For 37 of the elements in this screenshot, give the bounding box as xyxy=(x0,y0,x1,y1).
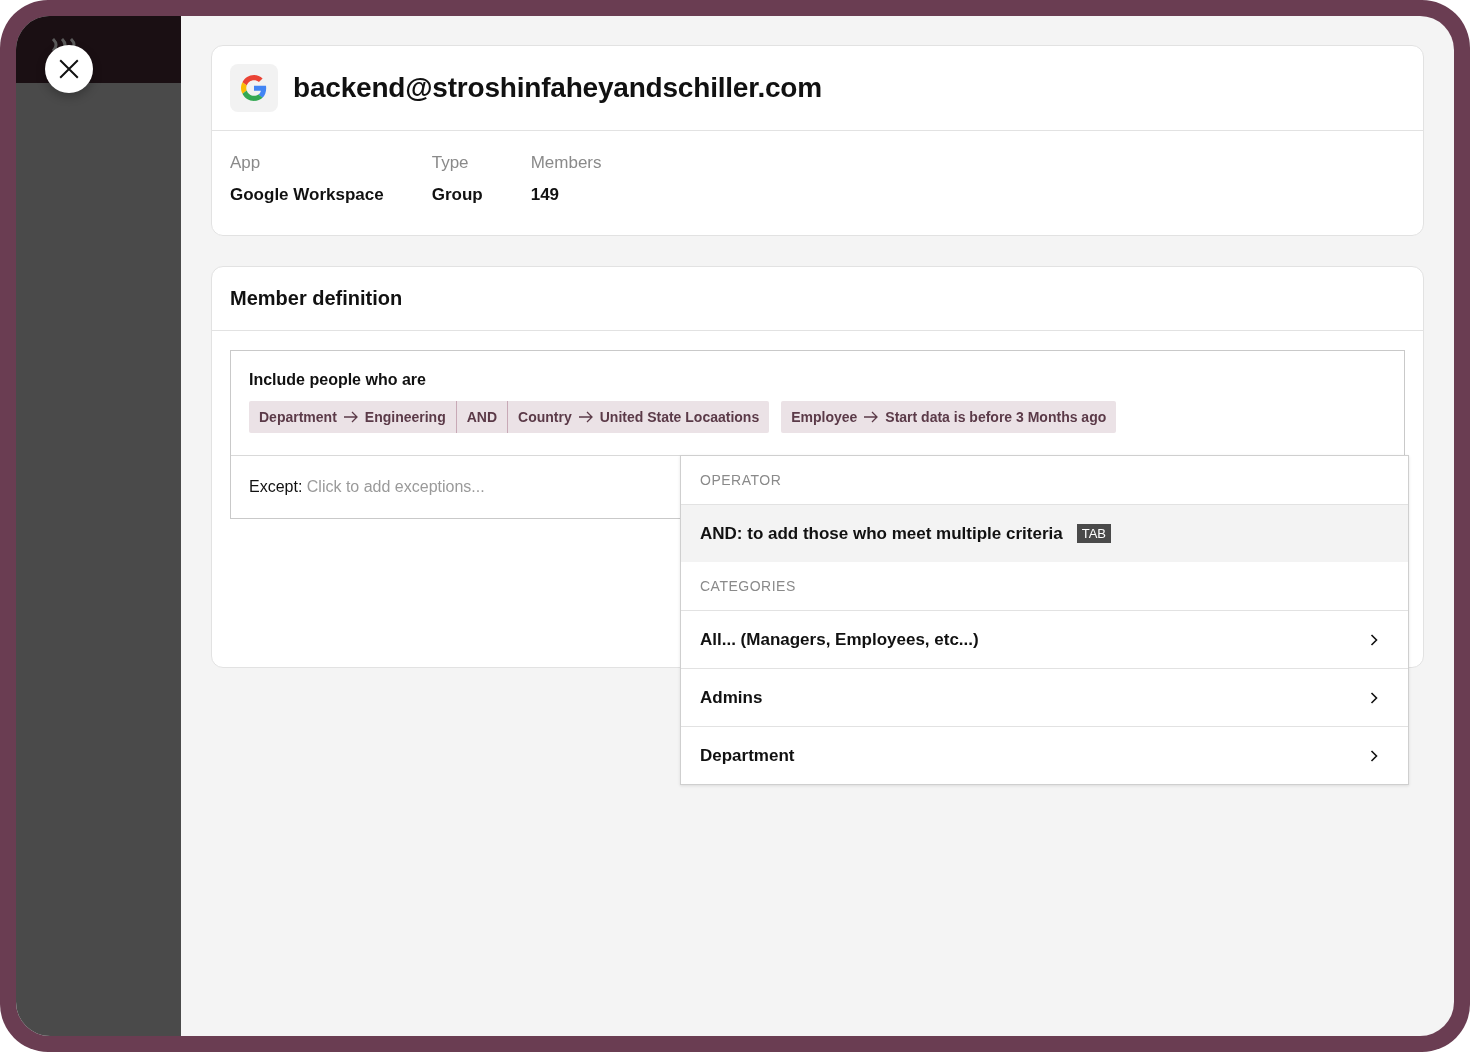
menu-item[interactable]: AND: to add those who meet multiple criteria TAB xyxy=(681,505,1408,562)
menu-item[interactable]: All... (Managers, Employees, etc...) xyxy=(681,611,1408,669)
arrow-right-icon xyxy=(863,411,880,423)
criteria-field: Department xyxy=(259,409,337,425)
detail-value: 149 xyxy=(530,185,561,205)
menu-item-label: Admins xyxy=(700,687,763,708)
criteria-chip-group[interactable]: Employee Start data is before 3 Months ago xyxy=(781,401,1117,433)
operator-label: AND xyxy=(466,409,498,425)
detail-label: App xyxy=(230,153,262,173)
close-icon xyxy=(58,58,80,80)
chevron-right-icon xyxy=(1370,633,1378,646)
menu-item-label: Department xyxy=(700,745,795,766)
detail-value: Group xyxy=(431,185,483,205)
menu-item[interactable]: Department xyxy=(681,727,1408,784)
menu-section-header: OPERATOR xyxy=(700,472,782,488)
menu-item-label: All... (Managers, Employees, etc...) xyxy=(700,629,979,650)
google-logo-icon xyxy=(230,64,278,112)
criteria-field: Employee xyxy=(791,409,858,425)
criteria-value: United State Locaations xyxy=(599,409,760,425)
menu-item-label: AND: to add those who meet multiple criteria xyxy=(700,523,1063,544)
detail-label: Members xyxy=(530,153,602,173)
menu-item[interactable]: Admins xyxy=(681,669,1408,727)
criteria-value: Start data is before 3 Months ago xyxy=(885,409,1107,425)
shortcut-badge: TAB xyxy=(1076,524,1112,543)
account-email: backend@stroshinfaheyandschiller.com xyxy=(293,72,822,104)
detail-label: Type xyxy=(431,153,470,173)
criteria-chip-group[interactable]: Department Engineering AND Country United State Locaations xyxy=(249,401,770,433)
criteria-value: Engineering xyxy=(364,409,446,425)
menu-section-header: CATEGORIES xyxy=(700,578,796,594)
chevron-right-icon xyxy=(1370,691,1378,704)
chevron-right-icon xyxy=(1370,749,1378,762)
arrow-right-icon xyxy=(577,411,594,423)
detail-value: Google Workspace xyxy=(230,185,384,205)
include-label: Include people who are xyxy=(249,371,427,389)
arrow-right-icon xyxy=(342,411,359,423)
criteria-field: Country xyxy=(518,409,572,425)
section-title: Member definition xyxy=(230,287,403,309)
